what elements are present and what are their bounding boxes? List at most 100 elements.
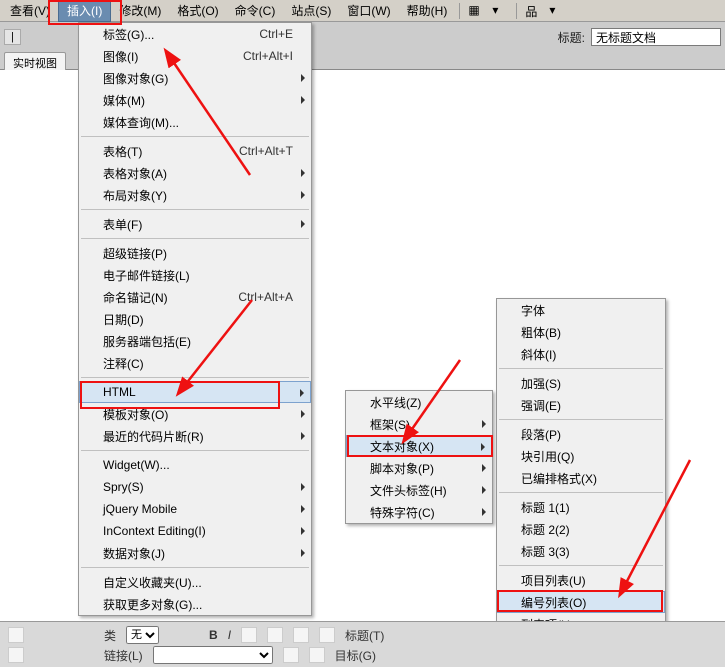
insert-menu-item[interactable]: 图像对象(G)	[79, 67, 311, 89]
bold-button[interactable]: B	[209, 628, 218, 642]
menu-item-label: 标题 1(1)	[521, 499, 570, 516]
html-menu-item[interactable]: 脚本对象(P)	[346, 457, 492, 479]
toolbar-icon-1[interactable]: ▦	[468, 3, 484, 19]
text-menu-item[interactable]: 加强(S)	[497, 372, 665, 394]
toolbar-icon-2[interactable]: 品	[525, 3, 541, 19]
insert-menu-item[interactable]: 布局对象(Y)	[79, 184, 311, 206]
dropdown-icon[interactable]: ▾	[492, 3, 508, 19]
link-icon[interactable]	[283, 647, 299, 663]
html-menu-item[interactable]: 文本对象(X)	[346, 435, 492, 457]
text-menu-item[interactable]: 斜体(I)	[497, 343, 665, 365]
insert-menu-item[interactable]: 日期(D)	[79, 308, 311, 330]
menu-item-label: 获取更多对象(G)...	[103, 596, 202, 613]
text-menu-item[interactable]: 强调(E)	[497, 394, 665, 416]
submenu-arrow-icon	[301, 527, 305, 535]
insert-menu-item[interactable]: 注释(C)	[79, 352, 311, 374]
code-split-btn[interactable]: |	[4, 29, 21, 45]
menu-modify[interactable]: 修改(M)	[111, 0, 169, 21]
submenu-arrow-icon	[300, 389, 304, 397]
menu-help[interactable]: 帮助(H)	[399, 0, 456, 21]
link-select[interactable]	[153, 646, 273, 664]
menu-item-label: 项目列表(U)	[521, 572, 586, 589]
menu-item-label: 服务器端包括(E)	[103, 333, 191, 350]
list-ol-icon[interactable]	[267, 627, 283, 643]
menu-format[interactable]: 格式(O)	[169, 0, 226, 21]
menubar-separator	[516, 3, 517, 19]
insert-menu-item[interactable]: jQuery Mobile	[79, 498, 311, 520]
text-menu-item[interactable]: 段落(P)	[497, 423, 665, 445]
text-menu-item[interactable]: 字体	[497, 299, 665, 321]
html-menu-item[interactable]: 水平线(Z)	[346, 391, 492, 413]
submenu-arrow-icon	[301, 410, 305, 418]
menu-item-label: 最近的代码片断(R)	[103, 428, 204, 445]
insert-menu-item[interactable]: 服务器端包括(E)	[79, 330, 311, 352]
menu-item-label: 强调(E)	[521, 397, 561, 414]
insert-menu-item[interactable]: 媒体查询(M)...	[79, 111, 311, 133]
menu-item-label: 块引用(Q)	[521, 448, 574, 465]
insert-menu-item[interactable]: 自定义收藏夹(U)...	[79, 571, 311, 593]
submenu-arrow-icon	[301, 483, 305, 491]
css-icon[interactable]	[8, 647, 24, 663]
insert-menu-item[interactable]: Spry(S)	[79, 476, 311, 498]
menu-insert[interactable]: 插入(I)	[58, 0, 111, 22]
insert-menu-item[interactable]: 表格对象(A)	[79, 162, 311, 184]
menu-view[interactable]: 查看(V)	[2, 0, 58, 21]
insert-menu-item[interactable]: 表单(F)	[79, 213, 311, 235]
menu-item-label: 表单(F)	[103, 216, 142, 233]
menu-site[interactable]: 站点(S)	[283, 0, 339, 21]
submenu-arrow-icon	[301, 191, 305, 199]
insert-menu-item[interactable]: 命名锚记(N)Ctrl+Alt+A	[79, 286, 311, 308]
html-menu-item[interactable]: 文件头标签(H)	[346, 479, 492, 501]
menu-separator	[81, 136, 309, 137]
insert-menu-item[interactable]: 获取更多对象(G)...	[79, 593, 311, 615]
menu-item-label: 字体	[521, 302, 545, 319]
title-input[interactable]	[591, 28, 721, 46]
menu-item-label: 注释(C)	[103, 355, 144, 372]
text-menu-item[interactable]: 标题 1(1)	[497, 496, 665, 518]
insert-menu-item[interactable]: HTML	[79, 381, 311, 403]
insert-menu-item[interactable]: 图像(I)Ctrl+Alt+I	[79, 45, 311, 67]
insert-menu-item[interactable]: 模板对象(O)	[79, 403, 311, 425]
outdent-icon[interactable]	[293, 627, 309, 643]
list-ul-icon[interactable]	[241, 627, 257, 643]
insert-menu-item[interactable]: 最近的代码片断(R)	[79, 425, 311, 447]
menu-separator	[499, 565, 663, 566]
dropdown-icon[interactable]: ▾	[549, 3, 565, 19]
menu-item-label: 日期(D)	[103, 311, 144, 328]
prop-icon[interactable]	[8, 627, 24, 643]
title-label: 标题:	[558, 29, 585, 46]
menu-separator	[81, 450, 309, 451]
html-menu-item[interactable]: 框架(S)	[346, 413, 492, 435]
text-menu-item[interactable]: 标题 2(2)	[497, 518, 665, 540]
submenu-arrow-icon	[301, 505, 305, 513]
insert-menu-item[interactable]: 电子邮件链接(L)	[79, 264, 311, 286]
text-menu-item[interactable]: 块引用(Q)	[497, 445, 665, 467]
submenu-arrow-icon	[482, 508, 486, 516]
html-menu-item[interactable]: 特殊字符(C)	[346, 501, 492, 523]
menu-item-label: 特殊字符(C)	[370, 504, 435, 521]
insert-menu-item[interactable]: InContext Editing(I)	[79, 520, 311, 542]
menu-command[interactable]: 命令(C)	[227, 0, 284, 21]
text-menu-item[interactable]: 粗体(B)	[497, 321, 665, 343]
indent-icon[interactable]	[319, 627, 335, 643]
text-menu-item[interactable]: 编号列表(O)	[497, 591, 665, 613]
insert-menu-item[interactable]: 数据对象(J)	[79, 542, 311, 564]
insert-menu-item[interactable]: 表格(T)Ctrl+Alt+T	[79, 140, 311, 162]
text-menu-item[interactable]: 标题 3(3)	[497, 540, 665, 562]
text-menu-item[interactable]: 已编排格式(X)	[497, 467, 665, 489]
menu-item-label: 表格(T)	[103, 143, 142, 160]
insert-menu-item[interactable]: 标签(G)...Ctrl+E	[79, 23, 311, 45]
submenu-arrow-icon	[301, 549, 305, 557]
italic-button[interactable]: I	[228, 628, 231, 642]
menu-item-label: 编号列表(O)	[521, 594, 586, 611]
insert-menu-item[interactable]: Widget(W)...	[79, 454, 311, 476]
submenu-arrow-icon	[301, 432, 305, 440]
class-select[interactable]: 无	[126, 626, 159, 644]
html-submenu: 水平线(Z)框架(S)文本对象(X)脚本对象(P)文件头标签(H) 特殊字符(C)	[345, 390, 493, 524]
folder-icon[interactable]	[309, 647, 325, 663]
menu-window[interactable]: 窗口(W)	[339, 0, 398, 21]
text-menu-item[interactable]: 项目列表(U)	[497, 569, 665, 591]
properties-bar: 类 无 B I 标题(T) 链接(L) 目标(G)	[0, 621, 725, 667]
insert-menu-item[interactable]: 媒体(M)	[79, 89, 311, 111]
insert-menu-item[interactable]: 超级链接(P)	[79, 242, 311, 264]
